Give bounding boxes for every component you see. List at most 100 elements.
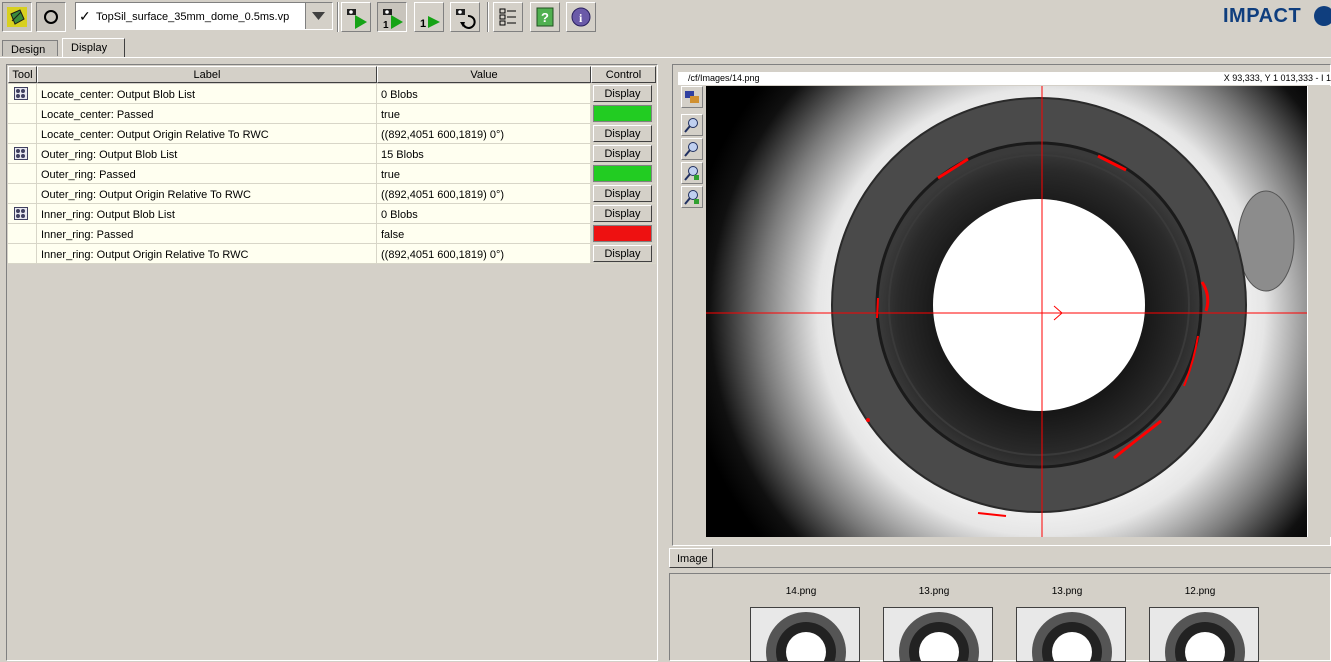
display-button[interactable]: Display (593, 245, 652, 262)
design-mode-button[interactable] (2, 2, 32, 32)
label-cell: Locate_center: Output Blob List (37, 84, 377, 104)
help-button[interactable]: ? (530, 2, 560, 32)
run-once-button[interactable]: 1 (377, 2, 407, 32)
run-once-with-camera-icon: 1 (383, 9, 403, 30)
display-button[interactable]: Display (593, 125, 652, 142)
label-cell: Locate_center: Passed (37, 104, 377, 124)
value-cell: true (377, 164, 591, 184)
zoom-in-button[interactable] (681, 114, 703, 136)
run-continuous-icon (347, 9, 367, 29)
label-cell: Outer_ring: Output Blob List (37, 144, 377, 164)
image-thumbnail[interactable]: 12.png (1144, 574, 1259, 662)
tool-cell (8, 104, 37, 124)
table-row[interactable]: Outer_ring: Output Blob List 15 Blobs Disp… (8, 144, 656, 164)
control-cell: Display (591, 204, 656, 224)
tool-cell (8, 164, 37, 184)
label-cell: Inner_ring: Passed (37, 224, 377, 244)
run-reload-button[interactable] (450, 2, 480, 32)
image-thumbnail[interactable]: 13.png (1011, 574, 1126, 662)
table-row[interactable]: Inner_ring: Output Origin Relative To RW… (8, 244, 656, 264)
tab-design[interactable]: Design (2, 40, 58, 56)
pass-indicator (593, 105, 652, 122)
value-cell: false (377, 224, 591, 244)
inspection-image[interactable] (706, 86, 1307, 537)
value-cell: 0 Blobs (377, 84, 591, 104)
info-icon: i (571, 7, 591, 27)
image-source-icon (685, 91, 699, 103)
svg-text:1: 1 (383, 20, 389, 30)
zoom-in-icon (684, 118, 698, 133)
blob-tool-icon (14, 207, 28, 220)
image-scroll-area[interactable] (1307, 86, 1331, 537)
table-row[interactable]: Inner_ring: Output Blob List 0 Blobs Displ… (8, 204, 656, 224)
svg-text:?: ? (541, 10, 549, 25)
program-file-value: TopSil_surface_35mm_dome_0.5ms.vp (96, 11, 290, 23)
display-button[interactable]: Display (593, 205, 652, 222)
pass-indicator (593, 165, 652, 182)
table-row[interactable]: Locate_center: Passed true (8, 104, 656, 124)
logo-mark-icon (1314, 6, 1331, 26)
table-row[interactable]: Locate_center: Output Blob List 0 Blobs Di… (8, 84, 656, 104)
image-source-button[interactable] (681, 86, 703, 108)
tool-cell (8, 184, 37, 204)
main-toolbar: ✓ TopSil_surface_35mm_dome_0.5ms.vp 1 1 (0, 0, 1331, 36)
checkmark-icon: ✓ (79, 8, 91, 24)
checklist-button[interactable] (493, 2, 523, 32)
image-thumbnail[interactable]: 14.png (745, 574, 860, 662)
thumbnail-image (1149, 607, 1259, 662)
zoom-out-button[interactable] (681, 138, 703, 160)
blob-tool-icon (14, 87, 28, 100)
thumbnail-image (750, 607, 860, 662)
column-header-label[interactable]: Label (37, 66, 377, 83)
blob-tool-icon (14, 147, 28, 160)
control-cell (591, 224, 656, 244)
tool-cell (8, 144, 37, 164)
display-button[interactable]: Display (593, 85, 652, 102)
zoom-reset-icon (684, 190, 699, 205)
tool-cell (8, 84, 37, 104)
run-reload-icon (456, 9, 476, 29)
impact-logo: IMPACT (1223, 5, 1302, 27)
column-header-tool[interactable]: Tool (8, 66, 37, 83)
image-thumbnail[interactable]: 13.png (878, 574, 993, 662)
zoom-fit-button[interactable] (681, 162, 703, 184)
program-file-select[interactable]: ✓ TopSil_surface_35mm_dome_0.5ms.vp (75, 2, 333, 30)
tool-cell (8, 244, 37, 264)
tab-image[interactable]: Image (669, 548, 713, 568)
control-cell: Display (591, 144, 656, 164)
thumbnail-image (883, 607, 993, 662)
value-cell: ((892,4051 600,1819) 0°) (377, 244, 591, 264)
zoom-fit-icon (684, 166, 699, 181)
table-row[interactable]: Outer_ring: Output Origin Relative To RW… (8, 184, 656, 204)
zoom-reset-button[interactable] (681, 186, 703, 208)
column-header-value[interactable]: Value (377, 66, 591, 83)
thumbnail-label: 12.png (1184, 586, 1216, 597)
table-row[interactable]: Locate_center: Output Origin Relative To… (8, 124, 656, 144)
image-path: /cf/Images/14.png (688, 73, 760, 83)
column-header-control[interactable]: Control (591, 66, 656, 83)
thumbnail-label: 13.png (1051, 586, 1083, 597)
table-row[interactable]: Outer_ring: Passed true (8, 164, 656, 184)
stop-button[interactable] (36, 2, 66, 32)
image-history-strip: 14.png 13.png 13.png 12.png (669, 573, 1331, 662)
value-cell: ((892,4051 600,1819) 0°) (377, 124, 591, 144)
control-cell: Display (591, 184, 656, 204)
design-mode-icon (7, 7, 27, 27)
chevron-down-icon (312, 12, 325, 20)
label-cell: Locate_center: Output Origin Relative To… (37, 124, 377, 144)
cursor-coordinates: X 93,333, Y 1 013,333 - I 1 (1223, 73, 1331, 83)
control-cell (591, 104, 656, 124)
tool-cell (8, 124, 37, 144)
panel-splitter[interactable] (660, 58, 668, 661)
dropdown-button[interactable] (305, 3, 332, 29)
table-row[interactable]: Inner_ring: Passed false (8, 224, 656, 244)
thumbnail-image (1016, 607, 1126, 662)
run-single-step-button[interactable]: 1 (414, 2, 444, 32)
info-button[interactable]: i (566, 2, 596, 32)
control-cell: Display (591, 84, 656, 104)
results-panel: Tool Label Value Control Locate_center: … (6, 64, 658, 661)
run-continuous-button[interactable] (341, 2, 371, 32)
display-button[interactable]: Display (593, 185, 652, 202)
tab-display[interactable]: Display (62, 38, 125, 58)
display-button[interactable]: Display (593, 145, 652, 162)
